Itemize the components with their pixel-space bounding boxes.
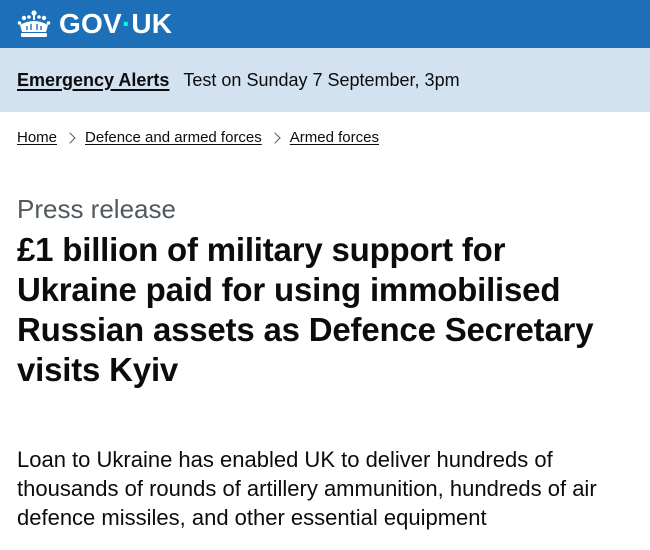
main-content: Press release £1 billion of military sup… bbox=[0, 195, 650, 532]
chevron-right-icon bbox=[269, 131, 281, 144]
document-type-caption: Press release bbox=[17, 194, 176, 224]
emergency-alert-message: Test on Sunday 7 September, 3pm bbox=[183, 69, 460, 90]
breadcrumb-armed-forces[interactable]: Armed forces bbox=[290, 129, 379, 146]
emergency-alerts-link[interactable]: Emergency Alerts bbox=[17, 70, 169, 91]
breadcrumb-defence-and-armed-forces[interactable]: Defence and armed forces bbox=[85, 129, 262, 146]
govuk-logo-link[interactable]: GOV·UK bbox=[17, 9, 172, 39]
emergency-alert-banner: Emergency Alerts Test on Sunday 7 Septem… bbox=[0, 48, 650, 112]
breadcrumb: Home Defence and armed forces Armed forc… bbox=[0, 129, 650, 146]
wordmark-dot: · bbox=[121, 8, 132, 39]
breadcrumb-home[interactable]: Home bbox=[17, 129, 57, 146]
article-summary: Loan to Ukraine has enabled UK to delive… bbox=[17, 446, 597, 530]
page-title: £1 billion of military support for Ukrai… bbox=[17, 230, 594, 388]
crown-icon bbox=[17, 9, 51, 39]
site-header: GOV·UK bbox=[0, 0, 650, 48]
govuk-wordmark: GOV·UK bbox=[59, 8, 173, 39]
chevron-right-icon bbox=[64, 131, 76, 144]
